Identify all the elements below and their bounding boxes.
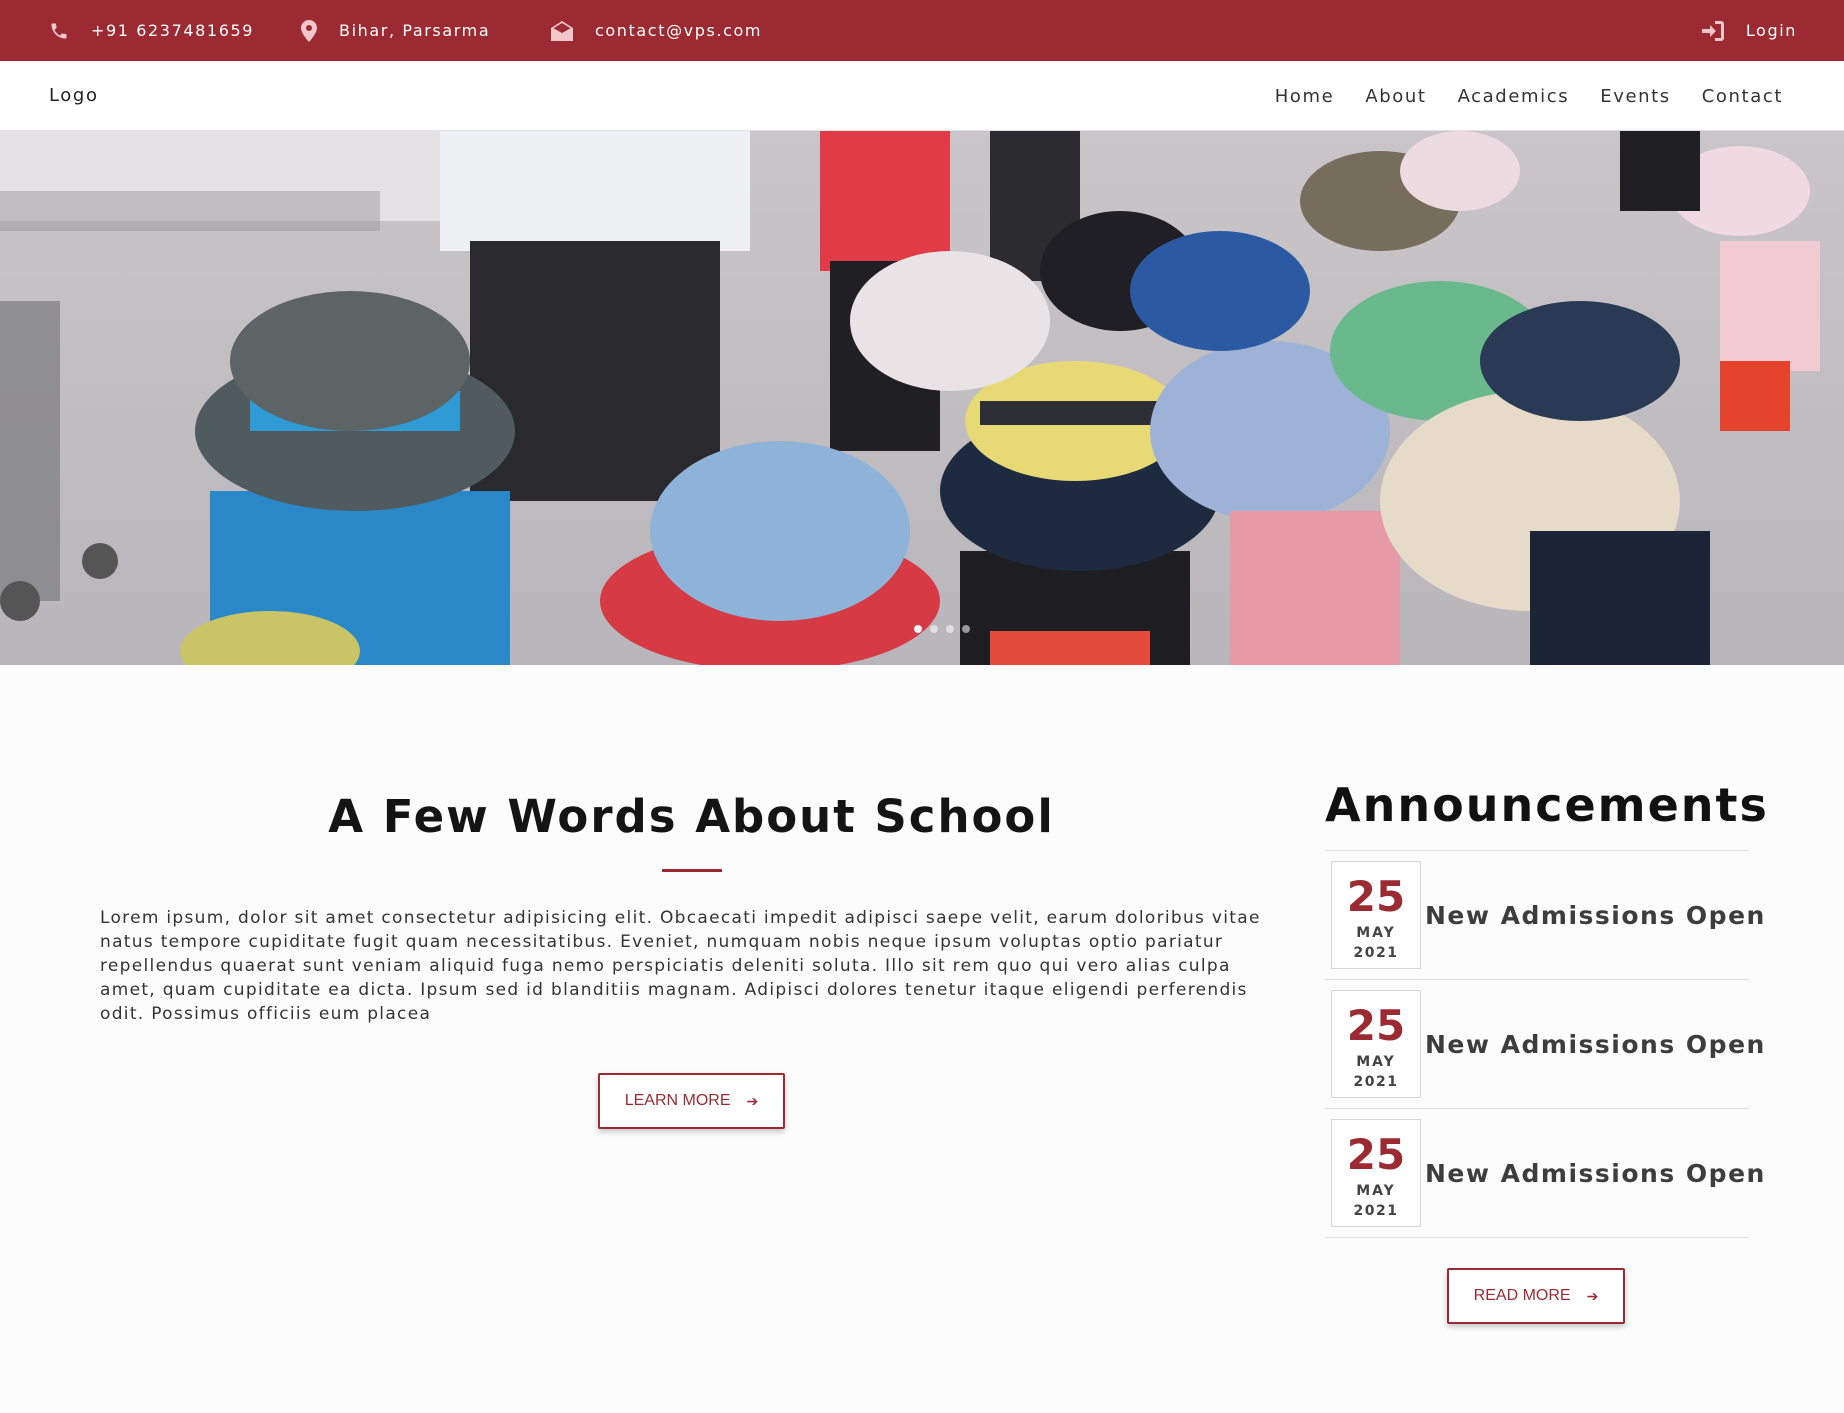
map-pin-icon [301,19,317,42]
title-divider [662,869,722,872]
top-bar: +91 6237481659 Bihar, Parsarma contact@v… [0,0,1844,61]
location-text: Bihar, Parsarma [339,21,491,40]
announcement-title[interactable]: New Admissions Open [1425,1109,1766,1238]
announcement-item[interactable]: 25 MAY 2021 New Admissions Open [1325,980,1764,1109]
contact-location[interactable]: Bihar, Parsarma [301,0,490,61]
nav-item-academics[interactable]: Academics [1458,86,1570,107]
login-link[interactable]: Login [1701,0,1797,61]
announcements-list: 25 MAY 2021 New Admissions Open 25 MAY 2… [1325,850,1764,1238]
announcement-item[interactable]: 25 MAY 2021 New Admissions Open [1325,851,1764,980]
date-badge: 25 MAY 2021 [1331,990,1421,1098]
date-badge: 25 MAY 2021 [1331,861,1421,969]
date-month: MAY [1356,1183,1396,1199]
date-year: 2021 [1353,945,1399,961]
main-nav: Logo Home About Academics Events Contact [0,61,1844,131]
arrow-right-icon: ➔ [746,1092,759,1109]
nav-item-home[interactable]: Home [1275,86,1335,107]
announcement-title[interactable]: New Admissions Open [1425,851,1766,980]
nav-menu: Home About Academics Events Contact [1244,61,1783,131]
date-badge: 25 MAY 2021 [1331,1119,1421,1227]
date-month: MAY [1356,925,1396,941]
site-logo[interactable]: Logo [49,61,99,131]
learn-more-button[interactable]: LEARN MORE ➔ [598,1073,785,1129]
sign-in-icon [1701,20,1724,41]
read-more-label: READ MORE [1473,1287,1571,1304]
nav-item-about[interactable]: About [1365,86,1426,107]
email-text: contact@vps.com [595,21,763,40]
phone-text: +91 6237481659 [91,21,255,40]
about-title: A Few Words About School [328,790,1055,843]
date-month: MAY [1356,1054,1396,1070]
learn-more-label: LEARN MORE [624,1092,731,1109]
contact-phone[interactable]: +91 6237481659 [49,0,254,61]
date-day: 25 [1346,1001,1406,1050]
phone-icon [51,23,67,38]
announcements-title: Announcements [1325,778,1769,832]
contact-email[interactable]: contact@vps.com [551,0,762,61]
nav-item-events[interactable]: Events [1600,86,1671,107]
announcement-title[interactable]: New Admissions Open [1425,980,1766,1109]
login-text: Login [1745,21,1797,40]
carousel-dot-2[interactable] [930,625,938,633]
nav-item-contact[interactable]: Contact [1702,86,1783,107]
hero-image [0,131,1844,665]
carousel-dot-4[interactable] [962,625,970,633]
hero-carousel[interactable] [0,131,1844,665]
announcement-item[interactable]: 25 MAY 2021 New Admissions Open [1325,1109,1764,1238]
envelope-open-icon [551,20,573,41]
date-day: 25 [1346,872,1406,921]
read-more-button[interactable]: READ MORE ➔ [1447,1268,1625,1324]
about-text: Lorem ipsum, dolor sit amet consectetur … [100,908,1261,1024]
date-year: 2021 [1353,1074,1399,1090]
arrow-right-icon: ➔ [1586,1287,1599,1304]
carousel-dot-1[interactable] [914,625,922,633]
date-year: 2021 [1353,1203,1399,1219]
date-day: 25 [1346,1130,1406,1179]
carousel-dot-3[interactable] [946,625,954,633]
carousel-indicators [0,625,1844,635]
